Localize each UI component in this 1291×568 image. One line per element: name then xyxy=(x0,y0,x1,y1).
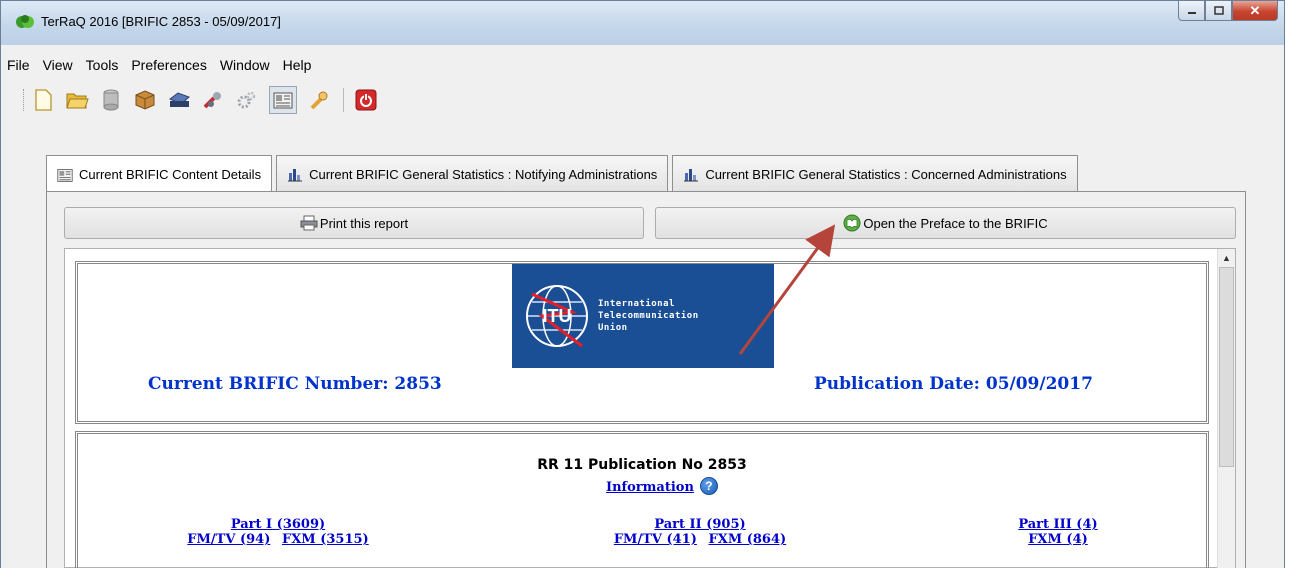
logo-line: Union xyxy=(598,323,628,333)
package-button[interactable] xyxy=(133,88,157,112)
toolbar-separator xyxy=(343,88,344,112)
information-row: Information ? xyxy=(606,476,718,495)
database-icon xyxy=(103,89,119,111)
brific-icon xyxy=(273,92,293,109)
menu-bar: File View Tools Preferences Window Help xyxy=(1,53,1284,77)
menu-file[interactable]: File xyxy=(7,57,30,73)
close-button[interactable]: ✕ xyxy=(1232,1,1278,21)
tab-label: Current BRIFIC General Statistics : Conc… xyxy=(705,166,1067,182)
part-iii-fxm-link[interactable]: FXM (4) xyxy=(1028,532,1088,547)
scroll-up-icon[interactable]: ▲ xyxy=(1218,249,1235,266)
menu-view[interactable]: View xyxy=(43,57,73,73)
logo-line: International xyxy=(598,299,675,309)
part-i-fxm-link[interactable]: FXM (3515) xyxy=(282,532,369,547)
database-button[interactable] xyxy=(99,88,123,112)
menu-window[interactable]: Window xyxy=(220,57,270,73)
scroll-thumb[interactable] xyxy=(1219,267,1234,467)
tab-label: Current BRIFIC Content Details xyxy=(79,167,262,182)
logo-line: Telecommunication xyxy=(598,311,699,321)
part-ii-fxm-link[interactable]: FXM (864) xyxy=(709,532,787,547)
close-icon: ✕ xyxy=(1249,2,1261,18)
book-icon xyxy=(843,214,861,232)
open-preface-button[interactable]: Open the Preface to the BRIFIC xyxy=(655,207,1236,239)
open-folder-button[interactable] xyxy=(65,88,89,112)
part-i: Part I (3609) FM/TV (94) FXM (3515) xyxy=(168,518,388,547)
new-document-button[interactable] xyxy=(31,88,55,112)
part-ii-link[interactable]: Part II (905) xyxy=(590,518,810,532)
tab-concerned-admins[interactable]: Current BRIFIC General Statistics : Conc… xyxy=(672,155,1078,192)
settings-button[interactable] xyxy=(235,88,259,112)
minimize-icon xyxy=(1187,11,1196,14)
scanner-button[interactable] xyxy=(167,88,191,112)
print-report-button[interactable]: Print this report xyxy=(64,207,644,239)
print-report-label: Print this report xyxy=(319,215,409,231)
printer-icon xyxy=(300,215,318,231)
svg-text:ITU: ITU xyxy=(543,306,572,326)
tab-content-details[interactable]: Current BRIFIC Content Details xyxy=(46,155,273,193)
scanner-icon xyxy=(169,92,190,107)
part-iii: Part III (4) FXM (4) xyxy=(978,518,1138,547)
minimize-button[interactable] xyxy=(1178,1,1205,21)
open-preface-label: Open the Preface to the BRIFIC xyxy=(863,215,1048,231)
app-logo-icon xyxy=(16,15,34,28)
rr-publication-title: RR 11 Publication No 2853 xyxy=(537,457,747,473)
information-link[interactable]: Information xyxy=(606,480,694,495)
tools-button[interactable] xyxy=(201,88,225,112)
statistics-icon xyxy=(288,169,303,182)
part-i-fmtv-link[interactable]: FM/TV (94) xyxy=(187,532,270,547)
part-ii: Part II (905) FM/TV (41) FXM (864) xyxy=(590,518,810,547)
tools-icon xyxy=(203,92,221,109)
exit-button[interactable] xyxy=(354,88,378,112)
part-ii-fmtv-link[interactable]: FM/TV (41) xyxy=(614,532,697,547)
brific-icon xyxy=(57,168,73,182)
open-folder-icon xyxy=(66,93,89,109)
wrench-button[interactable] xyxy=(307,88,331,112)
menu-help[interactable]: Help xyxy=(283,57,312,73)
brific-header-box: ITU International Telecommunication Unio… xyxy=(75,261,1209,424)
wrench-icon xyxy=(310,91,328,110)
publication-date: Publication Date: 05/09/2017 xyxy=(814,374,1093,394)
maximize-icon xyxy=(1213,6,1224,15)
window-controls: ✕ xyxy=(1178,1,1278,21)
help-icon[interactable]: ? xyxy=(699,476,718,495)
brific-content-button[interactable] xyxy=(269,86,297,114)
gears-icon xyxy=(237,91,256,109)
title-bar[interactable]: TerRaQ 2016 [BRIFIC 2853 - 05/09/2017] ✕ xyxy=(1,1,1284,45)
menu-tools[interactable]: Tools xyxy=(86,57,119,73)
tab-bar: Current BRIFIC Content Details Current B… xyxy=(46,155,1082,193)
new-document-icon xyxy=(35,89,52,111)
report-view[interactable]: ITU International Telecommunication Unio… xyxy=(64,248,1236,568)
package-icon xyxy=(135,90,155,110)
window-title: TerRaQ 2016 [BRIFIC 2853 - 05/09/2017] xyxy=(41,14,281,29)
menu-preferences[interactable]: Preferences xyxy=(131,57,206,73)
tab-label: Current BRIFIC General Statistics : Noti… xyxy=(309,166,658,182)
brific-number: Current BRIFIC Number: 2853 xyxy=(148,374,442,394)
tab-notifying-admins[interactable]: Current BRIFIC General Statistics : Noti… xyxy=(276,155,669,192)
vertical-scrollbar[interactable]: ▲ xyxy=(1217,249,1235,568)
power-icon xyxy=(355,89,377,111)
publication-box: RR 11 Publication No 2853 Information ? … xyxy=(75,431,1209,568)
itu-logo: ITU International Telecommunication Unio… xyxy=(512,264,774,368)
statistics-icon xyxy=(684,169,699,182)
toolbar xyxy=(1,81,1284,119)
part-i-link[interactable]: Part I (3609) xyxy=(168,518,388,532)
maximize-button[interactable] xyxy=(1205,1,1232,21)
part-iii-link[interactable]: Part III (4) xyxy=(978,518,1138,532)
